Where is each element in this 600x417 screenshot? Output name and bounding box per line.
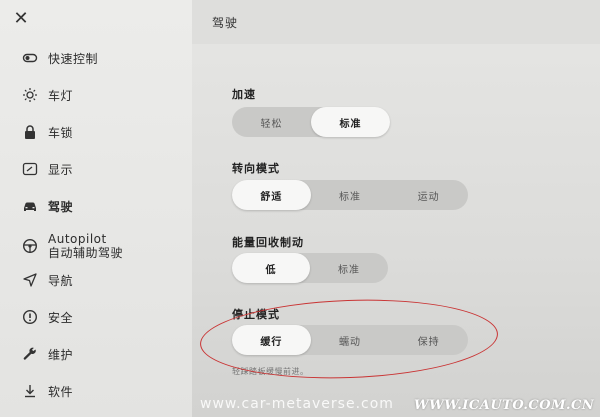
sidebar-item-quick-controls[interactable]: 快速控制 bbox=[0, 41, 192, 75]
sidebar-item-label: Autopilot 自动辅助驾驶 bbox=[48, 232, 123, 260]
sidebar-item-safety[interactable]: 安全 bbox=[0, 300, 192, 334]
sidebar-item-navigation[interactable]: 导航 bbox=[0, 263, 192, 297]
regen-option-low[interactable]: 低 bbox=[232, 253, 310, 283]
steering-option-standard[interactable]: 标准 bbox=[311, 180, 390, 210]
main-panel: 驾驶 加速 轻松 标准 转向模式 舒适 标准 运动 能量回收制动 低 标准 停止… bbox=[192, 0, 600, 417]
page-title: 驾驶 bbox=[212, 16, 239, 30]
sidebar-item-software[interactable]: 软件 bbox=[0, 374, 192, 408]
stopping-option-creep[interactable]: 缓行 bbox=[232, 325, 311, 355]
sidebar-item-label-line2: 自动辅助驾驶 bbox=[48, 246, 124, 260]
sidebar-item-lights[interactable]: 车灯 bbox=[0, 78, 192, 112]
sidebar-item-label: 安全 bbox=[48, 310, 74, 325]
car-icon bbox=[21, 197, 39, 215]
navigation-arrow-icon bbox=[21, 271, 39, 289]
sidebar-item-label: 车灯 bbox=[48, 88, 74, 103]
watermark-left: www.car-metaverse.com bbox=[200, 396, 394, 412]
sidebar-item-display[interactable]: 显示 bbox=[0, 152, 192, 186]
toggle-icon bbox=[21, 49, 39, 67]
stopping-option-hold[interactable]: 保持 bbox=[389, 325, 468, 355]
sidebar-item-autopilot[interactable]: Autopilot 自动辅助驾驶 bbox=[0, 226, 192, 266]
screen: ✕ 快速控制 车灯 车锁 显示 驾驶 Autopilot 自动辅助驾驶 导航 安… bbox=[0, 0, 600, 417]
stopping-mode-label: 停止模式 bbox=[232, 308, 280, 321]
sidebar-item-label: 驾驶 bbox=[48, 199, 74, 214]
sidebar-item-label: 维护 bbox=[48, 347, 74, 362]
sidebar-item-label: 导航 bbox=[48, 273, 74, 288]
sun-icon bbox=[21, 86, 39, 104]
steering-option-sport[interactable]: 运动 bbox=[389, 180, 468, 210]
close-icon: ✕ bbox=[13, 8, 29, 29]
regen-braking-segmented-control: 低 标准 bbox=[232, 253, 388, 283]
regen-option-standard[interactable]: 标准 bbox=[310, 253, 388, 283]
acceleration-label: 加速 bbox=[232, 88, 256, 101]
sidebar-item-label: 显示 bbox=[48, 162, 74, 177]
sidebar-item-label-line1: Autopilot bbox=[48, 232, 107, 246]
acceleration-option-chill[interactable]: 轻松 bbox=[232, 107, 311, 137]
acceleration-segmented-control: 轻松 标准 bbox=[232, 107, 390, 137]
steering-option-comfort[interactable]: 舒适 bbox=[232, 180, 311, 210]
close-button[interactable]: ✕ bbox=[10, 8, 32, 30]
steering-wheel-icon bbox=[21, 237, 39, 255]
sidebar-item-locks[interactable]: 车锁 bbox=[0, 115, 192, 149]
sidebar-item-label: 软件 bbox=[48, 384, 74, 399]
stopping-option-roll[interactable]: 蠕动 bbox=[311, 325, 390, 355]
download-icon bbox=[21, 382, 39, 400]
acceleration-option-standard[interactable]: 标准 bbox=[311, 107, 390, 137]
sidebar: ✕ 快速控制 车灯 车锁 显示 驾驶 Autopilot 自动辅助驾驶 导航 安… bbox=[0, 0, 192, 417]
lock-icon bbox=[21, 123, 39, 141]
steering-mode-label: 转向模式 bbox=[232, 162, 280, 175]
info-circle-icon bbox=[21, 308, 39, 326]
regen-braking-label: 能量回收制动 bbox=[232, 236, 304, 249]
steering-mode-segmented-control: 舒适 标准 运动 bbox=[232, 180, 468, 210]
wrench-icon bbox=[21, 345, 39, 363]
stopping-mode-segmented-control: 缓行 蠕动 保持 bbox=[232, 325, 468, 355]
stopping-mode-hint: 轻踩踏板缓慢前进。 bbox=[232, 367, 309, 376]
watermark-right: WWW.ICAUTO.COM.CN bbox=[414, 398, 595, 413]
sidebar-item-driving[interactable]: 驾驶 bbox=[0, 189, 192, 223]
sidebar-item-label: 车锁 bbox=[48, 125, 74, 140]
sidebar-item-label: 快速控制 bbox=[48, 51, 99, 66]
main-header: 驾驶 bbox=[192, 0, 600, 44]
display-icon bbox=[21, 160, 39, 178]
sidebar-item-service[interactable]: 维护 bbox=[0, 337, 192, 371]
